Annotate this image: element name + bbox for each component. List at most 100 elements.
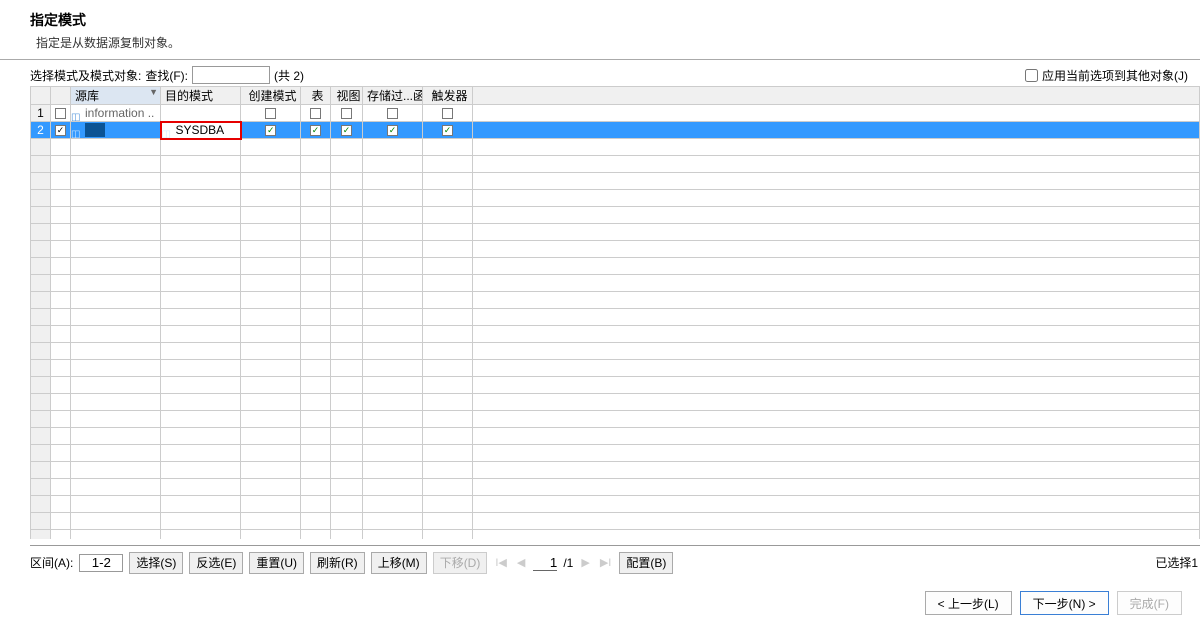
cell-proc[interactable] xyxy=(363,105,423,122)
cell-target[interactable] xyxy=(161,105,241,122)
page-total: /1 xyxy=(563,556,573,570)
invert-button[interactable]: 反选(E) xyxy=(189,552,243,574)
select-button[interactable]: 选择(S) xyxy=(129,552,183,574)
checkbox-icon[interactable] xyxy=(442,108,453,119)
cell-target[interactable]: SYSDBA xyxy=(161,122,241,139)
checkbox-checked-icon[interactable] xyxy=(265,125,276,136)
table-row-empty xyxy=(31,360,1200,377)
top-toolbar: 选择模式及模式对象: 查找(F): (共 2) 应用当前选项到其他对象(J) xyxy=(0,60,1200,88)
nav-prev-icon: ◀ xyxy=(515,556,527,569)
movedown-button: 下移(D) xyxy=(433,552,488,574)
range-input[interactable] xyxy=(79,554,123,572)
table-row-empty xyxy=(31,292,1200,309)
table-row-empty xyxy=(31,224,1200,241)
prev-step-button[interactable]: < 上一步(L) xyxy=(925,591,1012,615)
grid-header-row: 源库▼ 目的模式 创建模式 表 视图 存储过...函数 触发器 xyxy=(31,87,1200,105)
table-row-empty xyxy=(31,530,1200,540)
col-rownum xyxy=(31,87,51,105)
table-row-empty xyxy=(31,156,1200,173)
table-row-empty xyxy=(31,411,1200,428)
cell-proc[interactable] xyxy=(363,122,423,139)
cell-source[interactable] xyxy=(71,122,161,139)
apply-to-others-label: 应用当前选项到其他对象(J) xyxy=(1042,67,1188,84)
refresh-button[interactable]: 刷新(R) xyxy=(310,552,365,574)
checkbox-icon[interactable] xyxy=(265,108,276,119)
row-number: 1 xyxy=(31,105,51,122)
col-trigger[interactable]: 触发器 xyxy=(423,87,473,105)
cell-table[interactable] xyxy=(301,122,331,139)
table-row-empty xyxy=(31,462,1200,479)
checkbox-checked-icon[interactable] xyxy=(310,125,321,136)
col-check[interactable] xyxy=(51,87,71,105)
col-view[interactable]: 视图 xyxy=(331,87,363,105)
checkbox-checked-icon[interactable] xyxy=(341,125,352,136)
checkbox-checked-icon[interactable] xyxy=(387,125,398,136)
table-row[interactable]: 2 SYSDBA xyxy=(31,122,1200,139)
checkbox-checked-icon[interactable] xyxy=(442,125,453,136)
wizard-footer: < 上一步(L) 下一步(N) > 完成(F) xyxy=(925,591,1182,615)
wizard-header: 指定模式 指定是从数据源复制对象。 xyxy=(0,0,1200,60)
table-row-empty xyxy=(31,258,1200,275)
col-source[interactable]: 源库▼ xyxy=(71,87,161,105)
database-icon xyxy=(162,126,174,136)
row-checkbox[interactable] xyxy=(51,105,71,122)
col-proc[interactable]: 存储过...函数 xyxy=(363,87,423,105)
moveup-button[interactable]: 上移(M) xyxy=(371,552,427,574)
sort-desc-icon: ▼ xyxy=(149,87,158,97)
total-count-label: (共 2) xyxy=(274,67,304,84)
nav-next-icon: ▶ xyxy=(579,556,591,569)
nav-last-icon: ▶I xyxy=(598,556,614,569)
table-row-empty xyxy=(31,343,1200,360)
table-row-empty xyxy=(31,479,1200,496)
table-row-empty xyxy=(31,496,1200,513)
database-icon xyxy=(71,109,83,119)
table-row-empty xyxy=(31,275,1200,292)
table-row[interactable]: 1 information .. xyxy=(31,105,1200,122)
reset-button[interactable]: 重置(U) xyxy=(249,552,304,574)
selection-status: 已选择1 xyxy=(1155,554,1200,571)
col-create[interactable]: 创建模式 xyxy=(241,87,301,105)
table-row-empty xyxy=(31,207,1200,224)
cell-source[interactable]: information .. xyxy=(71,105,161,122)
checkbox-icon[interactable] xyxy=(387,108,398,119)
database-icon xyxy=(71,126,83,136)
table-row-empty xyxy=(31,190,1200,207)
table-row-empty xyxy=(31,326,1200,343)
cell-create[interactable] xyxy=(241,105,301,122)
table-row-empty xyxy=(31,394,1200,411)
schema-grid[interactable]: 源库▼ 目的模式 创建模式 表 视图 存储过...函数 触发器 1 informa… xyxy=(30,86,1200,539)
table-row-empty xyxy=(31,139,1200,156)
table-row-empty xyxy=(31,513,1200,530)
checkbox-icon[interactable] xyxy=(310,108,321,119)
select-schema-label: 选择模式及模式对象: xyxy=(30,67,141,84)
page-current-input[interactable] xyxy=(533,555,557,571)
config-button[interactable]: 配置(B) xyxy=(619,552,673,574)
range-label: 区间(A): xyxy=(30,554,73,571)
cell-trigger[interactable] xyxy=(423,105,473,122)
find-input[interactable] xyxy=(192,66,270,84)
col-table[interactable]: 表 xyxy=(301,87,331,105)
cell-create[interactable] xyxy=(241,122,301,139)
cell-table[interactable] xyxy=(301,105,331,122)
next-step-button[interactable]: 下一步(N) > xyxy=(1020,591,1109,615)
cell-filler xyxy=(473,105,1200,122)
cell-trigger[interactable] xyxy=(423,122,473,139)
find-label: 查找(F): xyxy=(145,67,188,84)
finish-button: 完成(F) xyxy=(1117,591,1182,615)
table-row-empty xyxy=(31,377,1200,394)
apply-to-others-checkbox[interactable] xyxy=(1025,69,1038,82)
page-title: 指定模式 xyxy=(30,10,1180,30)
table-row-empty xyxy=(31,309,1200,326)
cell-view[interactable] xyxy=(331,105,363,122)
page-subtitle: 指定是从数据源复制对象。 xyxy=(30,34,1180,51)
cell-filler xyxy=(473,122,1200,139)
col-filler xyxy=(473,87,1200,105)
checkbox-icon[interactable] xyxy=(341,108,352,119)
table-row-empty xyxy=(31,445,1200,462)
bottom-toolbar: 区间(A): 选择(S) 反选(E) 重置(U) 刷新(R) 上移(M) 下移(… xyxy=(30,545,1200,575)
cell-view[interactable] xyxy=(331,122,363,139)
row-number: 2 xyxy=(31,122,51,139)
table-row-empty xyxy=(31,241,1200,258)
row-checkbox[interactable] xyxy=(51,122,71,139)
col-target[interactable]: 目的模式 xyxy=(161,87,241,105)
